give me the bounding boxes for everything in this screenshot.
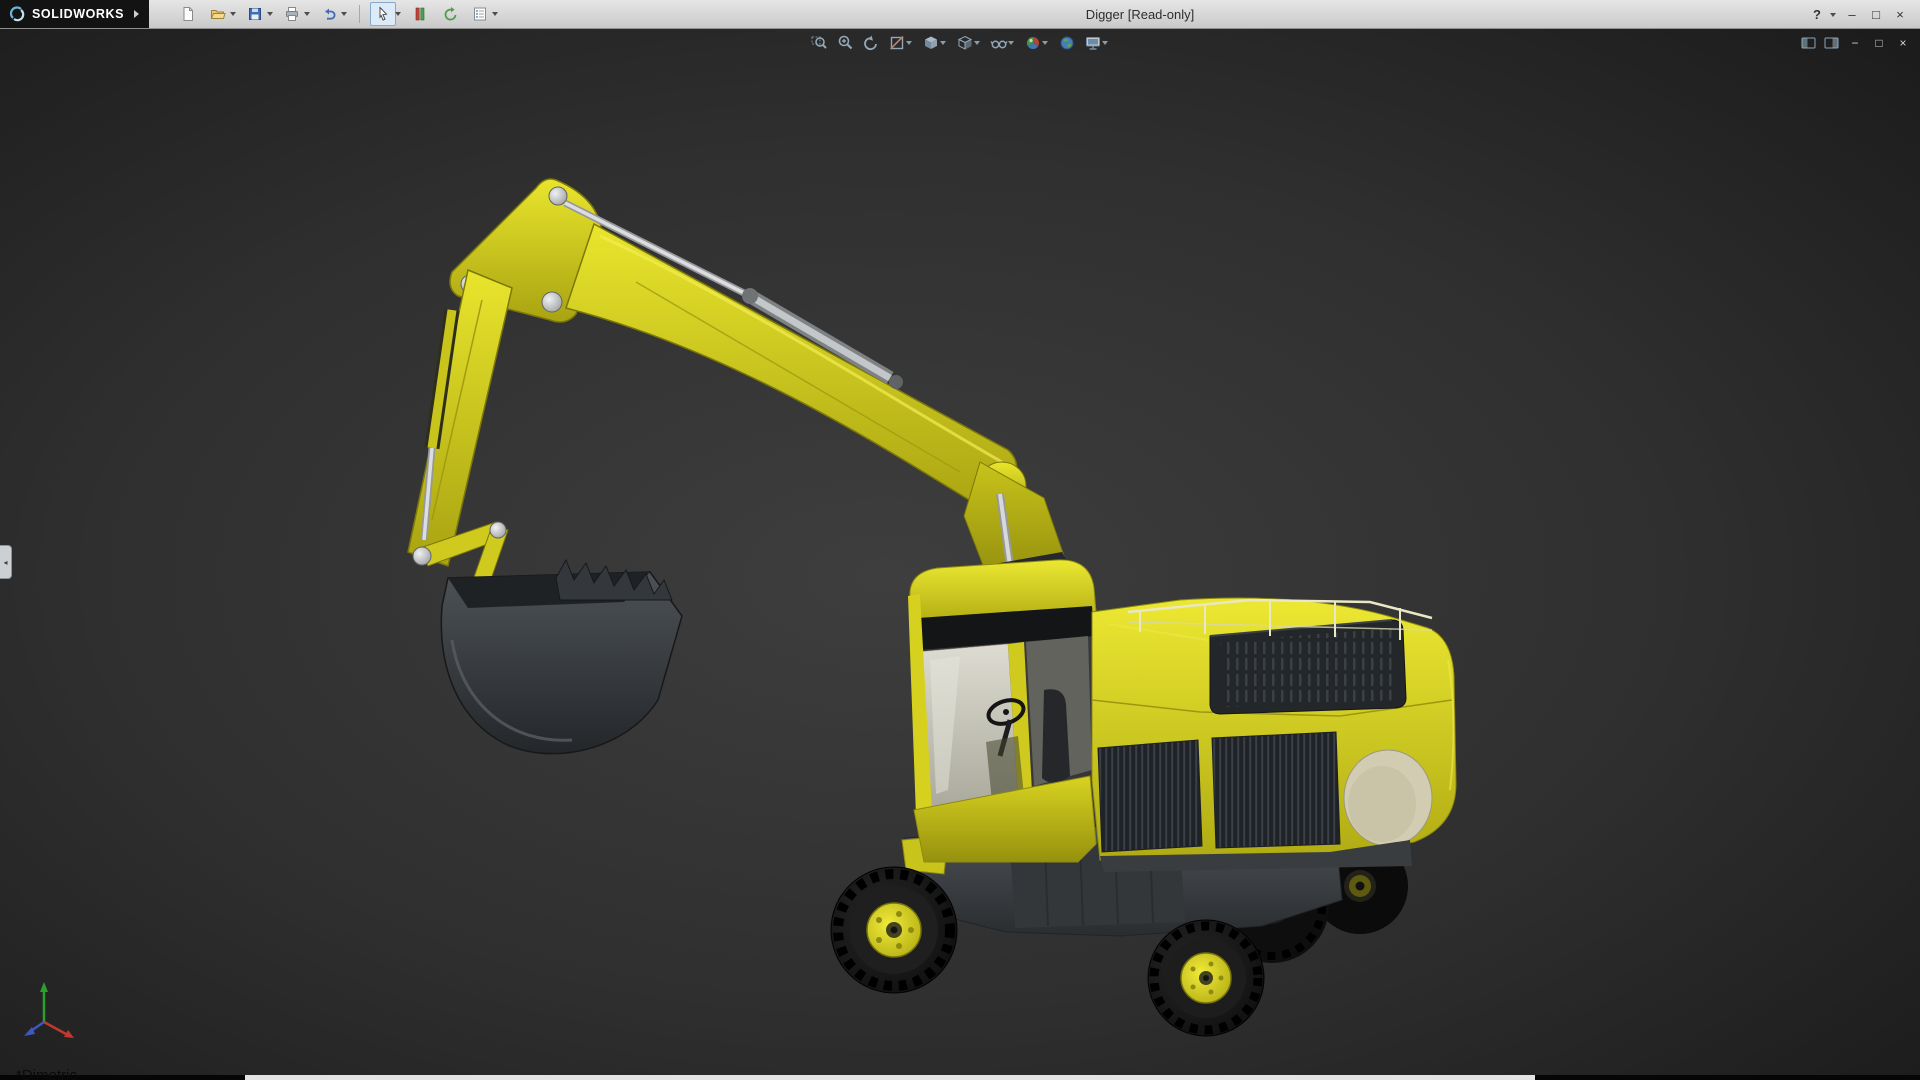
model-canvas[interactable] bbox=[0, 29, 1920, 1080]
engine-body[interactable] bbox=[1092, 598, 1456, 872]
solidworks-logo-icon bbox=[8, 5, 26, 23]
edit-appearance-caret[interactable] bbox=[1042, 41, 1048, 45]
headsup-view-toolbar bbox=[810, 34, 1110, 52]
left-pane-toggle-icon bbox=[1801, 37, 1816, 49]
close-app-button[interactable]: × bbox=[1890, 5, 1910, 25]
previous-view-icon bbox=[862, 34, 880, 52]
app-window-controls: ? – □ × bbox=[1807, 0, 1910, 29]
options-dropdown-caret[interactable] bbox=[492, 12, 498, 16]
rebuild-button[interactable] bbox=[437, 2, 463, 26]
solidworks-menu[interactable]: SOLIDWORKS bbox=[0, 0, 149, 28]
hide-show-caret[interactable] bbox=[1008, 41, 1014, 45]
cab[interactable] bbox=[908, 560, 1096, 862]
minimize-doc-button[interactable]: − bbox=[1847, 34, 1863, 52]
feature-manager-collapsed-tab[interactable]: ◂ bbox=[0, 545, 12, 579]
select-cursor-button[interactable] bbox=[370, 2, 396, 26]
undo-dropdown-caret[interactable] bbox=[341, 12, 347, 16]
document-window-controls: − □ × bbox=[1801, 34, 1911, 52]
view-settings-button[interactable] bbox=[1084, 34, 1110, 52]
help-button[interactable]: ? bbox=[1807, 5, 1827, 25]
appearance-swatch-button[interactable] bbox=[407, 2, 433, 26]
menu-flyout-arrow-icon[interactable] bbox=[134, 10, 139, 18]
zoom-to-fit-button[interactable] bbox=[810, 34, 828, 52]
minimize-app-button[interactable]: – bbox=[1842, 5, 1862, 25]
print-button[interactable] bbox=[279, 2, 305, 26]
apply-scene-globe-icon bbox=[1058, 34, 1076, 52]
previous-view-button[interactable] bbox=[862, 34, 880, 52]
document-title: Digger [Read-only] bbox=[1086, 7, 1194, 22]
display-style-button[interactable] bbox=[956, 34, 982, 52]
restore-doc-button[interactable]: □ bbox=[1871, 34, 1887, 52]
select-cursor-icon bbox=[375, 6, 391, 22]
display-style-caret[interactable] bbox=[974, 41, 980, 45]
open-document-button[interactable] bbox=[205, 2, 231, 26]
titlebar: SOLIDWORKS bbox=[0, 0, 1920, 29]
zoom-to-area-icon bbox=[836, 34, 854, 52]
print-dropdown-caret[interactable] bbox=[304, 12, 310, 16]
apply-scene-button[interactable] bbox=[1058, 34, 1076, 52]
view-orientation-caret[interactable] bbox=[940, 41, 946, 45]
options-icon bbox=[472, 6, 488, 22]
save-dropdown-caret[interactable] bbox=[267, 12, 273, 16]
display-style-icon bbox=[956, 34, 974, 52]
appearance-swatch-icon bbox=[412, 6, 428, 22]
view-orientation-cube-icon bbox=[922, 34, 940, 52]
status-bar-highlight bbox=[245, 1075, 1535, 1080]
new-document-icon bbox=[180, 6, 196, 22]
right-pane-toggle-icon bbox=[1824, 37, 1839, 49]
status-bar-edge bbox=[0, 1075, 1920, 1080]
viewport-background[interactable] bbox=[0, 29, 1920, 1080]
view-settings-caret[interactable] bbox=[1102, 41, 1108, 45]
maximize-app-button[interactable]: □ bbox=[1866, 5, 1886, 25]
triad-x-axis bbox=[44, 1022, 66, 1034]
view-orientation-label: *Dimetric bbox=[16, 1067, 77, 1080]
undo-icon bbox=[321, 6, 337, 22]
hide-show-items-button[interactable] bbox=[990, 34, 1016, 52]
standard-toolbar bbox=[175, 2, 500, 26]
new-document-button[interactable] bbox=[175, 2, 201, 26]
save-button[interactable] bbox=[242, 2, 268, 26]
section-view-button[interactable] bbox=[888, 34, 914, 52]
solidworks-app-window: { "app": { "brand": "SOLIDWORKS", "title… bbox=[0, 0, 1920, 1080]
triad-y-arrowhead bbox=[40, 982, 48, 992]
brand-name: SOLIDWORKS bbox=[32, 7, 124, 21]
zoom-to-area-button[interactable] bbox=[836, 34, 854, 52]
section-view-icon bbox=[888, 34, 906, 52]
toolbar-separator bbox=[359, 5, 360, 23]
view-orientation-button[interactable] bbox=[922, 34, 948, 52]
rebuild-icon bbox=[442, 6, 458, 22]
edit-appearance-button[interactable] bbox=[1024, 34, 1050, 52]
graphics-viewport[interactable]: − □ × ◂ *Dimetric bbox=[0, 29, 1920, 1080]
print-icon bbox=[284, 6, 300, 22]
edit-appearance-ball-icon bbox=[1024, 34, 1042, 52]
open-dropdown-caret[interactable] bbox=[230, 12, 236, 16]
zoom-to-fit-icon bbox=[810, 34, 828, 52]
right-pane-toggle-button[interactable] bbox=[1824, 37, 1839, 49]
view-settings-monitor-icon bbox=[1084, 34, 1102, 52]
save-icon bbox=[247, 6, 263, 22]
undo-button[interactable] bbox=[316, 2, 342, 26]
section-view-caret[interactable] bbox=[906, 41, 912, 45]
open-document-icon bbox=[210, 6, 226, 22]
options-button[interactable] bbox=[467, 2, 493, 26]
select-dropdown-caret[interactable] bbox=[395, 12, 401, 16]
orientation-triad[interactable] bbox=[14, 976, 94, 1046]
close-doc-button[interactable]: × bbox=[1895, 34, 1911, 52]
left-pane-toggle-button[interactable] bbox=[1801, 37, 1816, 49]
hide-show-glasses-icon bbox=[990, 34, 1008, 52]
help-dropdown-caret[interactable] bbox=[1830, 13, 1836, 17]
